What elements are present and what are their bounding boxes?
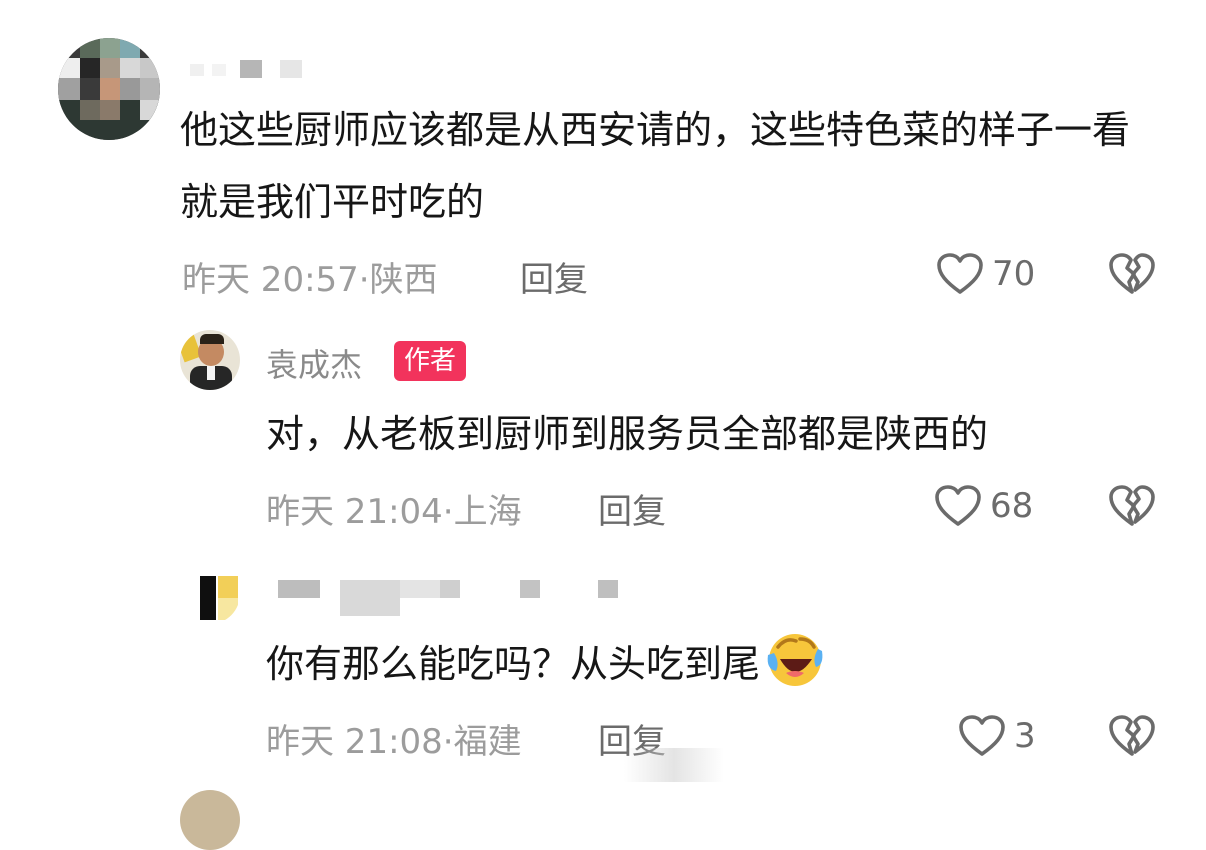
broken-heart-icon [1109, 715, 1155, 756]
heart-icon [937, 253, 983, 294]
broken-heart-icon [1109, 485, 1155, 526]
username-redacted[interactable] [190, 58, 310, 80]
like-count: 68 [990, 486, 1034, 526]
comment-text: 对，从老板到厨师到服务员全部都是陕西的 [266, 412, 989, 456]
like-button[interactable]: 70 [936, 250, 1035, 298]
reply-button[interactable]: 回复 [520, 252, 588, 301]
broken-heart-icon [1109, 253, 1155, 294]
dislike-button[interactable] [1108, 714, 1158, 762]
laughing-crying-face-icon [767, 634, 823, 686]
avatar[interactable] [58, 38, 160, 140]
meta-separator: · [358, 260, 370, 300]
watermark [624, 748, 724, 782]
dislike-button[interactable] [1108, 484, 1158, 532]
author-avatar[interactable] [180, 330, 240, 390]
author-username[interactable]: 袁成杰 [266, 340, 362, 386]
dislike-button[interactable] [1108, 252, 1158, 300]
reply-button[interactable]: 回复 [598, 484, 666, 533]
comment-time: 昨天 20:57 [182, 260, 359, 300]
comment-time: 昨天 21:04 [266, 492, 443, 532]
like-button[interactable]: 68 [934, 482, 1033, 530]
comment-time: 昨天 21:08 [266, 722, 443, 762]
comment-text: 他这些厨师应该都是从西安请的，这些特色菜的样子一看就是我们平时吃的 [180, 108, 1131, 224]
avatar[interactable] [180, 790, 240, 850]
meta-separator: · [442, 492, 454, 532]
author-badge: 作者 [394, 341, 467, 381]
heart-icon [959, 715, 1005, 756]
avatar[interactable] [180, 576, 240, 624]
comment-location: 陕西 [369, 260, 438, 300]
username-redacted[interactable] [278, 576, 628, 620]
comment-location: 福建 [453, 722, 522, 762]
comment-meta: 昨天 21:04·上海 [266, 484, 522, 533]
comment-meta: 昨天 20:57·陕西 [182, 252, 438, 301]
comment-meta: 昨天 21:08·福建 [266, 714, 522, 763]
meta-separator: · [442, 722, 454, 762]
heart-icon [935, 485, 981, 526]
comment-location: 上海 [453, 492, 522, 532]
comment-text: 你有那么能吃吗？从头吃到尾 [266, 628, 1166, 700]
like-button[interactable]: 3 [958, 712, 1036, 760]
like-count: 70 [992, 254, 1036, 294]
comment-text-body: 你有那么能吃吗？从头吃到尾 [266, 642, 761, 686]
like-count: 3 [1014, 716, 1036, 756]
